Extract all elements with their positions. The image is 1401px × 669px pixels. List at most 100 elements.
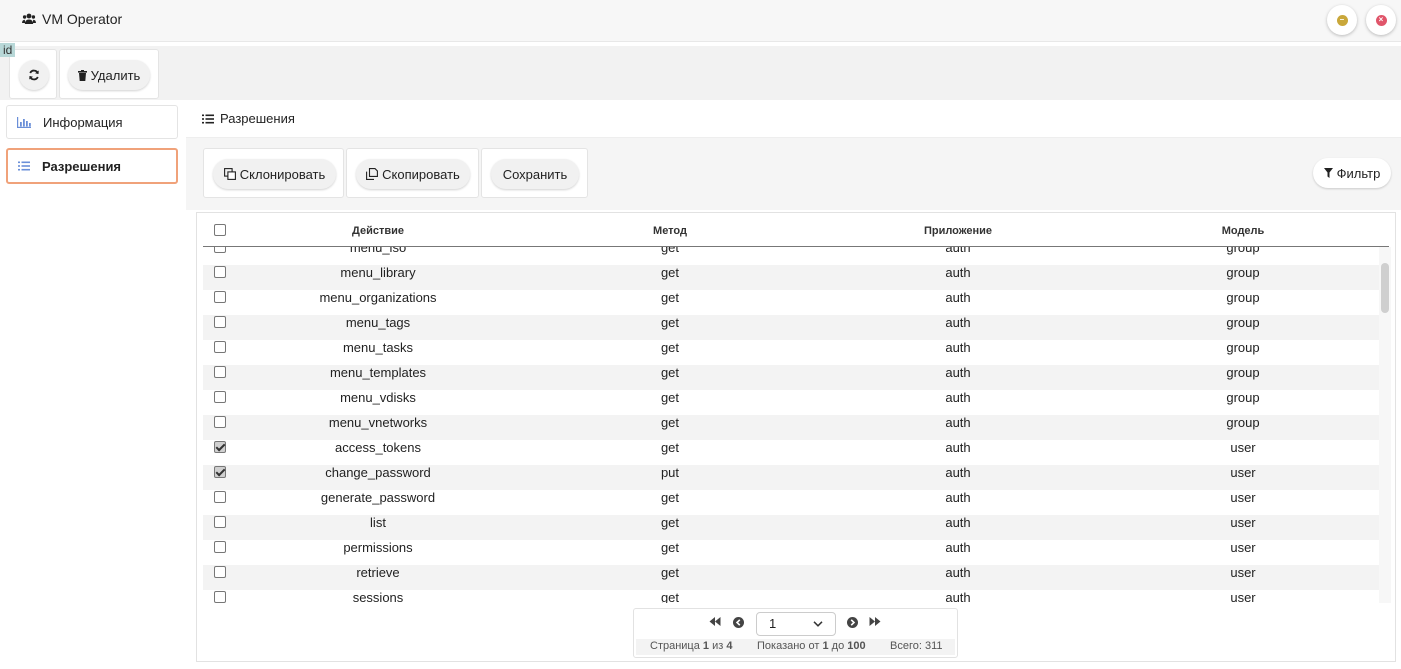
section-header: Разрешения xyxy=(186,100,1401,138)
row-checkbox[interactable] xyxy=(214,566,226,578)
copy-button[interactable]: Скопировать xyxy=(356,159,470,189)
page-indicator: Страница 1 из 4 xyxy=(650,640,733,652)
cell-app: auth xyxy=(945,490,971,505)
save-panel: Сохранить xyxy=(481,148,588,198)
row-checkbox[interactable] xyxy=(214,291,226,303)
refresh-button[interactable] xyxy=(19,60,49,90)
page-select-value: 1 xyxy=(769,616,777,631)
cell-app: auth xyxy=(945,390,971,405)
row-checkbox[interactable] xyxy=(214,416,226,428)
cell-model: user xyxy=(1230,490,1256,505)
table-row[interactable]: permissions get auth user xyxy=(203,540,1379,565)
app-title: VM Operator xyxy=(22,11,122,27)
first-page-icon[interactable] xyxy=(709,617,721,626)
table-row[interactable]: sessions get auth user xyxy=(203,590,1379,603)
table-row[interactable]: menu_vnetworks get auth group xyxy=(203,415,1379,440)
cell-method: get xyxy=(660,315,680,330)
table-body: menu_iso get auth group menu_library get auth g… xyxy=(203,247,1379,603)
cell-method: get xyxy=(660,590,680,603)
delete-button[interactable]: Удалить xyxy=(68,60,150,90)
row-checkbox[interactable] xyxy=(214,316,226,328)
cell-model: group xyxy=(1226,265,1260,280)
row-checkbox[interactable] xyxy=(214,491,226,503)
scrollbar-thumb[interactable] xyxy=(1381,263,1389,313)
minimize-button[interactable]: – xyxy=(1327,5,1357,35)
close-button[interactable]: × xyxy=(1366,5,1396,35)
row-checkbox[interactable] xyxy=(214,366,226,378)
table-row[interactable]: list get auth user xyxy=(203,515,1379,540)
table-row[interactable]: menu_library get auth group xyxy=(203,265,1379,290)
table-row[interactable]: generate_password get auth user xyxy=(203,490,1379,515)
filter-icon xyxy=(1323,168,1333,178)
list-icon xyxy=(202,114,214,123)
permissions-table: Действие Метод Приложение Модель menu_is… xyxy=(196,212,1396,662)
cell-model: group xyxy=(1226,315,1260,330)
cell-action: access_tokens xyxy=(335,440,421,455)
clone-icon xyxy=(223,168,236,180)
cell-action: menu_templates xyxy=(329,365,427,380)
table-row[interactable]: change_password put auth user xyxy=(203,465,1379,490)
column-header-app[interactable]: Приложение xyxy=(883,221,1033,247)
cell-model: user xyxy=(1230,540,1256,555)
filter-button[interactable]: Фильтр xyxy=(1313,158,1391,188)
cell-method: get xyxy=(660,390,680,405)
copy-icon xyxy=(366,168,379,180)
table-row[interactable]: menu_vdisks get auth group xyxy=(203,390,1379,415)
cell-app: auth xyxy=(945,340,971,355)
sidebar-item-label: Информация xyxy=(43,114,123,130)
cell-app: auth xyxy=(945,247,971,255)
cell-model: group xyxy=(1226,290,1260,305)
row-checkbox[interactable] xyxy=(214,247,226,253)
cell-app: auth xyxy=(945,440,971,455)
clone-button-label: Склонировать xyxy=(239,166,326,182)
filter-button-label: Фильтр xyxy=(1336,165,1381,181)
users-icon xyxy=(22,13,36,24)
pagination: 1 Страница 1 из 4 Показано от 1 до 100 В… xyxy=(633,608,958,658)
table-row[interactable]: retrieve get auth user xyxy=(203,565,1379,590)
column-header-model[interactable]: Модель xyxy=(1168,221,1318,247)
row-checkbox[interactable] xyxy=(214,516,226,528)
table-row[interactable]: menu_organizations get auth group xyxy=(203,290,1379,315)
cell-app: auth xyxy=(945,265,971,280)
table-row[interactable]: access_tokens get auth user xyxy=(203,440,1379,465)
clone-button[interactable]: Склонировать xyxy=(213,159,336,189)
copy-button-label: Скопировать xyxy=(382,166,460,182)
sidebar-item-permissions[interactable]: Разрешения xyxy=(6,148,178,184)
cell-action: list xyxy=(370,515,386,530)
cell-action: menu_vdisks xyxy=(340,390,416,405)
actions-toolbar: Склонировать Скопировать Сохранить Фильт… xyxy=(186,138,1401,210)
row-checkbox[interactable] xyxy=(214,441,226,453)
row-checkbox[interactable] xyxy=(214,341,226,353)
cell-action: permissions xyxy=(343,540,413,555)
next-page-icon[interactable] xyxy=(847,617,858,628)
cell-action: retrieve xyxy=(356,565,400,580)
select-all-checkbox[interactable] xyxy=(214,224,226,236)
cell-method: get xyxy=(660,490,680,505)
table-row[interactable]: menu_tasks get auth group xyxy=(203,340,1379,365)
row-checkbox[interactable] xyxy=(214,266,226,278)
sidebar-item-info[interactable]: Информация xyxy=(6,105,178,139)
cell-method: get xyxy=(660,290,680,305)
table-header: Действие Метод Приложение Модель xyxy=(203,221,1389,247)
page-select[interactable]: 1 xyxy=(756,612,836,636)
row-checkbox[interactable] xyxy=(214,391,226,403)
last-page-icon[interactable] xyxy=(869,617,881,626)
shown-range: Показано от 1 до 100 xyxy=(757,640,866,652)
refresh-icon xyxy=(29,69,39,81)
row-checkbox[interactable] xyxy=(214,591,226,603)
save-button[interactable]: Сохранить xyxy=(491,159,579,189)
section-title: Разрешения xyxy=(220,111,295,126)
table-row[interactable]: menu_iso get auth group xyxy=(203,247,1379,265)
row-checkbox[interactable] xyxy=(214,541,226,553)
table-row[interactable]: menu_templates get auth group xyxy=(203,365,1379,390)
column-header-method[interactable]: Метод xyxy=(595,221,745,247)
pagination-info: Страница 1 из 4 Показано от 1 до 100 Все… xyxy=(636,639,955,655)
column-header-action[interactable]: Действие xyxy=(303,221,453,247)
row-checkbox[interactable] xyxy=(214,466,226,478)
table-scrollbar[interactable] xyxy=(1379,247,1391,603)
save-button-label: Сохранить xyxy=(502,166,568,182)
clone-panel: Склонировать xyxy=(203,148,344,198)
table-row[interactable]: menu_tags get auth group xyxy=(203,315,1379,340)
cell-model: user xyxy=(1230,590,1256,603)
prev-page-icon[interactable] xyxy=(733,617,744,628)
